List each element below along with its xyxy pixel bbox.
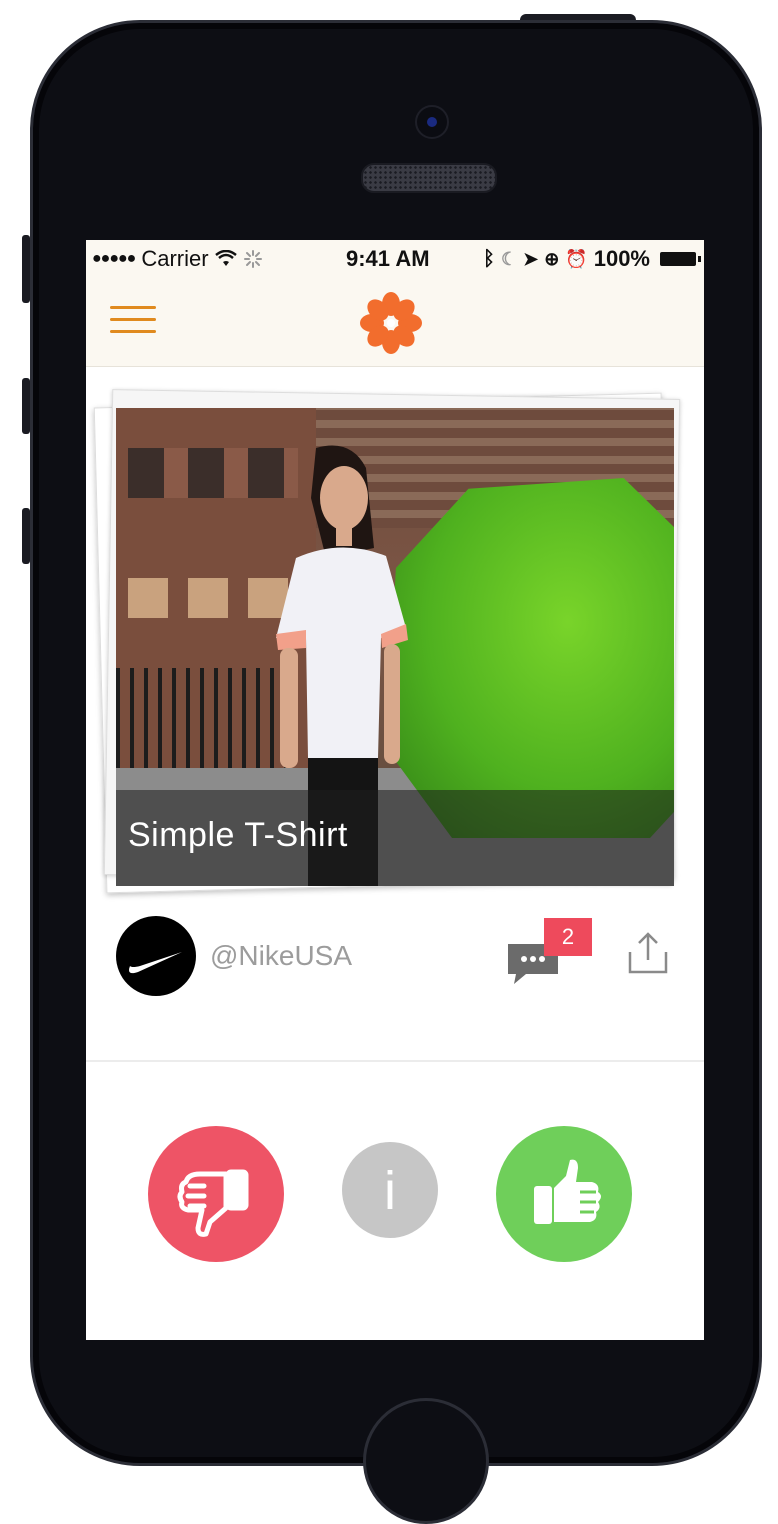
- green-sculpture: [386, 478, 674, 838]
- earpiece-speaker: [361, 163, 497, 193]
- section-divider: [86, 1060, 704, 1062]
- brand-avatar[interactable]: [116, 916, 196, 996]
- home-button: [363, 1398, 489, 1524]
- battery-icon: [660, 252, 701, 266]
- status-bar: ●●●●● Carrier 9:41 AM ᛒ ☾ ➤ ⊕ ⏰ 100%: [86, 240, 704, 278]
- front-camera: [415, 105, 449, 139]
- flower-logo-icon: [360, 292, 422, 354]
- rotation-lock-icon: ⊕: [544, 248, 560, 269]
- share-icon[interactable]: [626, 930, 670, 976]
- status-time: 9:41 AM: [346, 246, 430, 271]
- wifi-icon: [214, 250, 237, 266]
- product-photo: Simple T-Shirt: [116, 408, 674, 886]
- like-button[interactable]: [496, 1126, 632, 1262]
- nike-swoosh-icon: [129, 952, 182, 974]
- moon-icon: ☾: [500, 248, 518, 269]
- info-button[interactable]: i: [342, 1142, 438, 1238]
- location-arrow-icon: ➤: [523, 248, 539, 269]
- thumbs-down-icon: [177, 1169, 249, 1237]
- carrier-name: Carrier: [141, 246, 209, 271]
- activity-spinner-icon: [243, 250, 262, 268]
- product-card[interactable]: Simple T-Shirt: [93, 388, 690, 894]
- volume-down-button: [22, 508, 30, 564]
- volume-up-button: [22, 378, 30, 434]
- thumbs-up-icon: [534, 1159, 601, 1224]
- bluetooth-icon: ᛒ: [482, 247, 495, 270]
- post-meta-row: @NikeUSA 2: [86, 906, 704, 1006]
- product-title: Simple T-Shirt: [128, 816, 348, 854]
- hamburger-icon[interactable]: [110, 306, 156, 336]
- nav-bar: [86, 278, 704, 367]
- signal-strength: ●●●●●: [92, 250, 136, 267]
- app-screen: ●●●●● Carrier 9:41 AM ᛒ ☾ ➤ ⊕ ⏰ 100% Sim…: [86, 240, 704, 1340]
- brand-handle[interactable]: @NikeUSA: [210, 940, 352, 972]
- battery-percent: 100%: [593, 246, 650, 271]
- card-caption: Simple T-Shirt: [116, 790, 674, 886]
- info-icon: i: [384, 1161, 396, 1221]
- comment-count-badge: 2: [544, 918, 592, 956]
- dislike-button[interactable]: [148, 1126, 284, 1262]
- mute-switch: [22, 235, 30, 303]
- alarm-icon: ⏰: [565, 248, 588, 269]
